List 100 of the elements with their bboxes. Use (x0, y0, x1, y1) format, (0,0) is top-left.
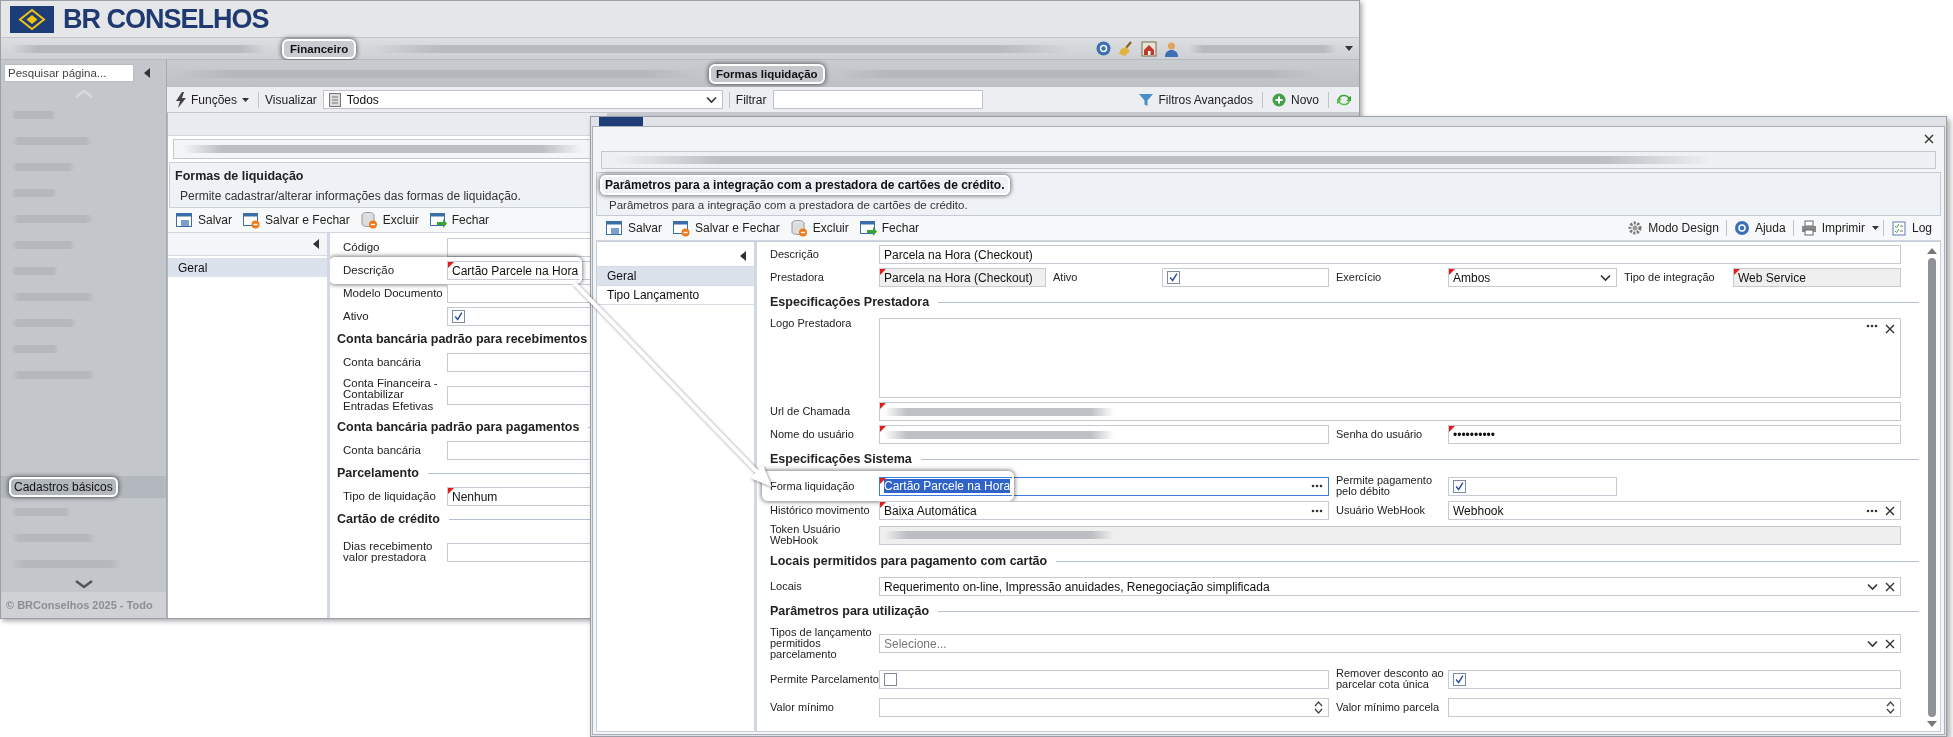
dropdown-field[interactable]: Requerimento on-line, Impressão anuidades, Renegociação simplificada (879, 577, 1901, 596)
user-icon[interactable] (1164, 40, 1179, 57)
section-title: Especificações Prestadora (770, 295, 930, 309)
field-label: Remover desconto ao parcelar cota única (1335, 668, 1445, 690)
field-label: Conta bancária (342, 444, 422, 457)
checkbox[interactable] (1453, 672, 1466, 686)
collapse-icon[interactable] (740, 251, 746, 261)
number-field[interactable] (1448, 698, 1901, 717)
image-field[interactable] (879, 318, 1901, 398)
menu-item[interactable]: Financeiro (282, 38, 357, 59)
field-label: Permite Parcelamento (770, 673, 879, 685)
nav-tab[interactable]: Geral (168, 258, 327, 277)
field-label: Token Usuário WebHook (770, 524, 842, 546)
toolbar-button[interactable]: Fechar (855, 218, 923, 238)
dialog-title: Parâmetros para a integração com a prestadora de cartões de crédito. (600, 175, 1010, 195)
page-title: Formas de liquidação (175, 169, 305, 183)
toolbar-button[interactable]: Salvar (602, 218, 665, 238)
broom-icon[interactable] (1118, 40, 1134, 57)
checkbox-field[interactable] (1162, 268, 1329, 287)
field-label: Dias recebimento valor prestadora (342, 540, 434, 564)
lookup-field[interactable]: Baixa Automática (879, 501, 1329, 520)
field-label: Valor mínimo parcela (1335, 702, 1441, 713)
text-field[interactable]: •••••••••• (1448, 425, 1901, 444)
checkbox[interactable] (884, 672, 897, 686)
caret-icon[interactable] (1871, 226, 1879, 230)
nav-tab[interactable]: Geral (597, 267, 754, 286)
list-icon (328, 92, 341, 107)
toolbar-button[interactable]: Salvar e Fechar (669, 218, 783, 238)
ellipsis-icon[interactable] (1311, 484, 1323, 488)
checkbox[interactable] (1167, 271, 1180, 284)
toolbar-button[interactable]: Excluir (786, 218, 852, 238)
new-button[interactable]: Novo (1269, 89, 1322, 110)
advanced-filters-button[interactable]: Filtros Avançados (1136, 89, 1256, 110)
functions-menu[interactable]: Funções (173, 89, 253, 110)
filter-icon (1139, 92, 1154, 107)
scroll-up-icon[interactable] (1927, 248, 1937, 254)
ellipsis-icon[interactable] (1866, 508, 1878, 513)
logo-text: BR CONSELHOS (63, 5, 269, 33)
toolbar-button[interactable]: Imprimir (1797, 218, 1868, 238)
chevron-down-icon[interactable] (1600, 273, 1611, 282)
toolbar-button[interactable]: Salvar e Fechar (239, 210, 353, 230)
checkbox[interactable] (1453, 479, 1466, 493)
ellipsis-icon[interactable] (1866, 324, 1878, 328)
field-label: Código (342, 241, 381, 254)
section-title: Conta bancária padrão para recebimentos (337, 332, 588, 346)
field-label: Permite pagamento pelo débito (1335, 475, 1433, 497)
ellipsis-icon[interactable] (1311, 508, 1323, 513)
page-tab[interactable]: Formas liquidação (709, 63, 825, 84)
save-close-icon (242, 211, 260, 229)
chevron-down-icon[interactable] (1867, 639, 1878, 648)
view-dropdown[interactable]: Todos (322, 90, 723, 109)
close-icon[interactable] (1924, 134, 1934, 144)
checkbox[interactable] (452, 310, 465, 323)
collapse-icon[interactable] (144, 68, 150, 78)
section-title: Cartão de crédito (337, 512, 440, 526)
dropdown-field[interactable]: Ambos (1448, 268, 1617, 287)
text-field[interactable] (879, 402, 1901, 421)
help-icon[interactable] (1096, 41, 1111, 56)
number-field[interactable] (879, 698, 1329, 717)
checkbox-field[interactable] (879, 669, 1329, 689)
spinner-icon[interactable] (1314, 701, 1323, 714)
chevron-down-icon[interactable] (1867, 582, 1878, 591)
toolbar-button[interactable]: Salvar (172, 210, 235, 230)
dropdown-field[interactable]: Selecione... (879, 634, 1901, 653)
caret-icon[interactable] (1345, 46, 1353, 51)
field-label: Forma liquidação (770, 480, 856, 492)
home-icon[interactable] (1141, 40, 1157, 57)
filter-field[interactable] (772, 90, 983, 109)
sidebar-item[interactable]: Cadastros básicos (9, 477, 118, 497)
field-label: Modelo Documento (342, 287, 444, 300)
scroll-down-icon[interactable] (1927, 721, 1937, 727)
plus-icon (1272, 92, 1286, 107)
toolbar-button[interactable]: Fechar (425, 210, 493, 230)
clear-icon[interactable] (1885, 324, 1895, 334)
search-field[interactable]: Pesquisar página... (4, 64, 134, 82)
clear-icon[interactable] (1885, 581, 1895, 592)
text-field[interactable]: Parcela na Hora (Checkout) (879, 245, 1901, 264)
clear-icon[interactable] (1885, 505, 1895, 516)
exit-icon (428, 211, 447, 229)
checkbox-field[interactable] (1448, 476, 1617, 496)
copyright-text: © BRConselhos 2025 - Todo (1, 592, 166, 618)
lookup-field[interactable]: Webhook (1448, 501, 1901, 520)
save-icon (605, 219, 623, 237)
chevron-down-icon (705, 95, 717, 104)
lookup-field[interactable]: Cartão Parcele na Hora (879, 476, 1329, 496)
collapse-icon[interactable] (313, 239, 319, 249)
nav-tab[interactable]: Tipo Lançamento (597, 286, 754, 305)
toolbar-button[interactable]: Modo Design (1624, 218, 1722, 238)
toolbar-button[interactable]: Log (1887, 218, 1935, 238)
dialog-subtitle: Parâmetros para a integração com a prestadora de cartões de crédito. (609, 199, 969, 211)
field-label: Ativo (342, 310, 370, 323)
field-label: Valor mínimo (770, 702, 835, 713)
text-field[interactable] (879, 425, 1329, 444)
spinner-icon[interactable] (1886, 701, 1895, 714)
clear-icon[interactable] (1885, 638, 1895, 649)
section-title: Locais permitidos para pagamento com cartão (770, 554, 1048, 568)
toolbar-button[interactable]: Ajuda (1730, 218, 1789, 238)
checkbox-field[interactable] (1448, 669, 1901, 689)
toolbar-button[interactable]: Excluir (356, 210, 422, 230)
scrollbar-thumb[interactable] (1928, 258, 1936, 717)
